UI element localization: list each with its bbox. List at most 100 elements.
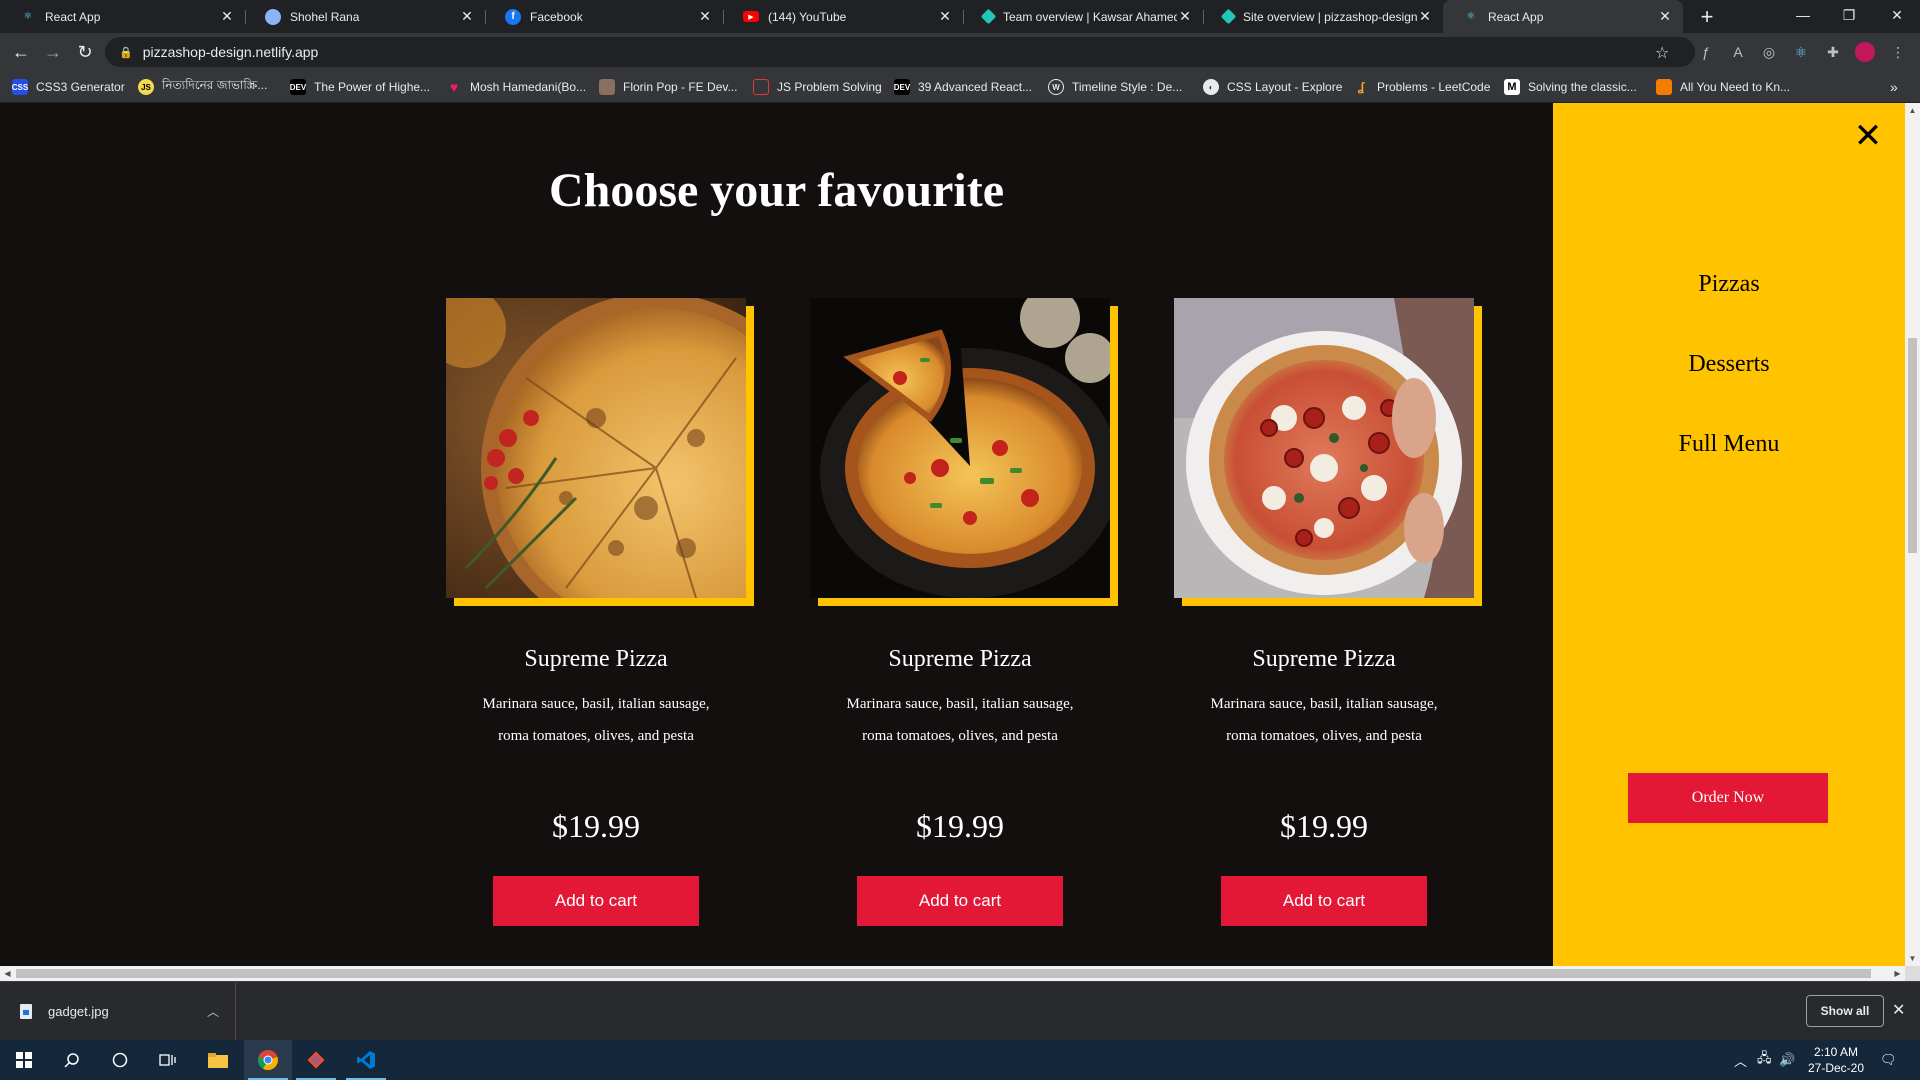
show-all-button[interactable]: Show all: [1806, 995, 1884, 1027]
scroll-left-arrow-icon[interactable]: ◀: [0, 966, 15, 981]
puzzle-extensions-icon[interactable]: ✚: [1823, 42, 1843, 62]
chevron-up-icon[interactable]: ︿: [207, 1003, 219, 1020]
image-file-icon: [20, 1003, 32, 1019]
tab-team-overview[interactable]: Team overview | Kawsar Ahamed ✕: [963, 0, 1203, 33]
js-icon: JS: [138, 79, 154, 95]
product-name: Supreme Pizza: [888, 646, 1032, 672]
order-now-button[interactable]: Order Now: [1628, 773, 1828, 823]
vscode-icon[interactable]: [342, 1040, 390, 1080]
circle-extension-icon[interactable]: ◎: [1759, 42, 1779, 62]
volume-icon[interactable]: 🔊: [1779, 1040, 1795, 1080]
add-to-cart-button[interactable]: Add to cart: [857, 876, 1063, 926]
git-icon[interactable]: [292, 1040, 340, 1080]
file-explorer-icon[interactable]: [194, 1040, 242, 1080]
bookmark-power-of-higher[interactable]: DEV The Power of Highe...: [290, 78, 430, 96]
orange-icon: [1656, 79, 1672, 95]
bookmark-leetcode[interactable]: ʆ Problems - LeetCode: [1353, 78, 1491, 96]
tab-react-app-active[interactable]: ⚛ React App ✕: [1443, 0, 1683, 33]
tray-chevron-up-icon[interactable]: ︿: [1734, 1040, 1747, 1080]
close-shelf-icon[interactable]: ✕: [1892, 1000, 1905, 1020]
close-window-button[interactable]: ✕: [1874, 0, 1920, 33]
forward-button[interactable]: →: [40, 39, 66, 65]
cortana-icon[interactable]: [96, 1040, 144, 1080]
bookmark-js-problem-solving[interactable]: JS Problem Solving: [753, 78, 882, 96]
tab-title: React App: [1488, 9, 1544, 24]
tab-close-icon[interactable]: ✕: [1417, 8, 1433, 25]
horizontal-scrollbar[interactable]: ◀ ▶: [0, 966, 1905, 981]
menu-item-pizzas[interactable]: Pizzas: [1553, 271, 1905, 298]
bookmark-timeline-style[interactable]: W Timeline Style : De...: [1048, 78, 1182, 96]
bookmark-star-icon[interactable]: ☆: [1655, 43, 1669, 63]
page-viewport: Choose your favourite Supreme Pizza Mari…: [0, 103, 1905, 966]
bookmark-js-bangla[interactable]: JS নিত্যদিনের জাভাস্ক্রি...: [138, 78, 267, 96]
tab-close-icon[interactable]: ✕: [697, 8, 713, 25]
bookmark-label: Problems - LeetCode: [1377, 80, 1491, 94]
tab-shohel-rana[interactable]: Shohel Rana ✕: [245, 0, 485, 33]
bookmark-solving-classic[interactable]: M Solving the classic...: [1504, 78, 1637, 96]
bookmark-all-you-need[interactable]: All You Need to Kn...: [1656, 78, 1790, 96]
network-icon[interactable]: 🖧: [1757, 1040, 1772, 1080]
tab-title: Team overview | Kawsar Ahamed: [1003, 9, 1177, 24]
close-icon[interactable]: ✕: [1853, 119, 1883, 153]
product-description: Marinara sauce, basil, italian sausage, …: [1210, 696, 1438, 744]
back-button[interactable]: ←: [8, 39, 34, 65]
vertical-scrollbar[interactable]: ▲ ▼: [1905, 103, 1920, 966]
product-description: Marinara sauce, basil, italian sausage, …: [482, 696, 710, 744]
side-menu: ✕ Pizzas Desserts Full Menu Order Now: [1553, 103, 1905, 966]
tab-close-icon[interactable]: ✕: [459, 8, 475, 25]
notifications-icon[interactable]: 🗨: [1880, 1040, 1897, 1080]
medium-icon: M: [1504, 79, 1520, 95]
react-devtools-icon[interactable]: ⚛: [1791, 42, 1811, 62]
task-view-icon[interactable]: [144, 1040, 192, 1080]
bookmark-mosh[interactable]: ♥ Mosh Hamedani(Bo...: [446, 78, 586, 96]
address-bar[interactable]: 🔒 pizzashop-design.netlify.app: [105, 37, 1695, 67]
menu-kebab-icon[interactable]: ⋮: [1888, 42, 1908, 62]
bookmarks-overflow-chevron-icon[interactable]: »: [1890, 78, 1898, 96]
product-name: Supreme Pizza: [1252, 646, 1396, 672]
browser-toolbar: ← → ↻ 🔒 pizzashop-design.netlify.app ☆ ƒ…: [0, 33, 1920, 71]
reload-button[interactable]: ↻: [72, 39, 98, 65]
tab-close-icon[interactable]: ✕: [1657, 8, 1673, 25]
tab-close-icon[interactable]: ✕: [937, 8, 953, 25]
heart-icon: ♥: [449, 79, 459, 95]
tab-site-overview[interactable]: Site overview | pizzashop-design ✕: [1203, 0, 1443, 33]
product-name: Supreme Pizza: [524, 646, 668, 672]
tab-react-app-1[interactable]: ⚛ React App ✕: [0, 0, 245, 33]
dev-icon: DEV: [894, 79, 910, 95]
page-heading: Choose your favourite: [548, 164, 1005, 217]
tab-facebook[interactable]: f Facebook ✕: [485, 0, 723, 33]
scroll-down-arrow-icon[interactable]: ▼: [1905, 951, 1920, 966]
menu-item-desserts[interactable]: Desserts: [1553, 351, 1905, 378]
new-tab-button[interactable]: +: [1693, 3, 1721, 31]
bookmark-css-layout[interactable]: ◐ CSS Layout - Explore: [1203, 78, 1342, 96]
bookmark-label: Florin Pop - FE Dev...: [623, 80, 738, 94]
bookmark-label: Timeline Style : De...: [1072, 80, 1183, 94]
horizontal-scroll-thumb[interactable]: [16, 969, 1871, 978]
tab-close-icon[interactable]: ✕: [219, 8, 235, 25]
windows-start-icon[interactable]: [0, 1040, 48, 1080]
add-to-cart-button[interactable]: Add to cart: [493, 876, 699, 926]
tab-title: Facebook: [530, 9, 583, 24]
scroll-right-arrow-icon[interactable]: ▶: [1890, 966, 1905, 981]
bookmark-css3[interactable]: CSS CSS3 Generator: [12, 78, 125, 96]
bookmark-florin-pop[interactable]: Florin Pop - FE Dev...: [599, 78, 737, 96]
image-icon: [599, 79, 615, 95]
tab-youtube[interactable]: ▶ (144) YouTube ✕: [723, 0, 963, 33]
bookmark-advanced-react[interactable]: DEV 39 Advanced React...: [894, 78, 1032, 96]
bookmark-label: JS Problem Solving: [777, 80, 882, 94]
menu-item-full-menu[interactable]: Full Menu: [1553, 431, 1905, 458]
search-icon[interactable]: [48, 1040, 96, 1080]
add-to-cart-button[interactable]: Add to cart: [1221, 876, 1427, 926]
scroll-up-arrow-icon[interactable]: ▲: [1905, 103, 1920, 118]
chrome-taskbar-icon[interactable]: [244, 1040, 292, 1080]
font-extension-icon[interactable]: ƒ: [1696, 42, 1716, 62]
vertical-scroll-thumb[interactable]: [1908, 338, 1917, 553]
bookmark-label: All You Need to Kn...: [1680, 80, 1791, 94]
tab-close-icon[interactable]: ✕: [1177, 8, 1193, 25]
download-item[interactable]: gadget.jpg ︿: [0, 982, 236, 1040]
restore-button[interactable]: ❐: [1826, 0, 1872, 33]
a-extension-icon[interactable]: A: [1728, 42, 1748, 62]
profile-avatar[interactable]: [1855, 42, 1875, 62]
minimize-button[interactable]: —: [1780, 0, 1826, 33]
system-clock[interactable]: 2:10 AM 27-Dec-20: [1796, 1044, 1876, 1076]
